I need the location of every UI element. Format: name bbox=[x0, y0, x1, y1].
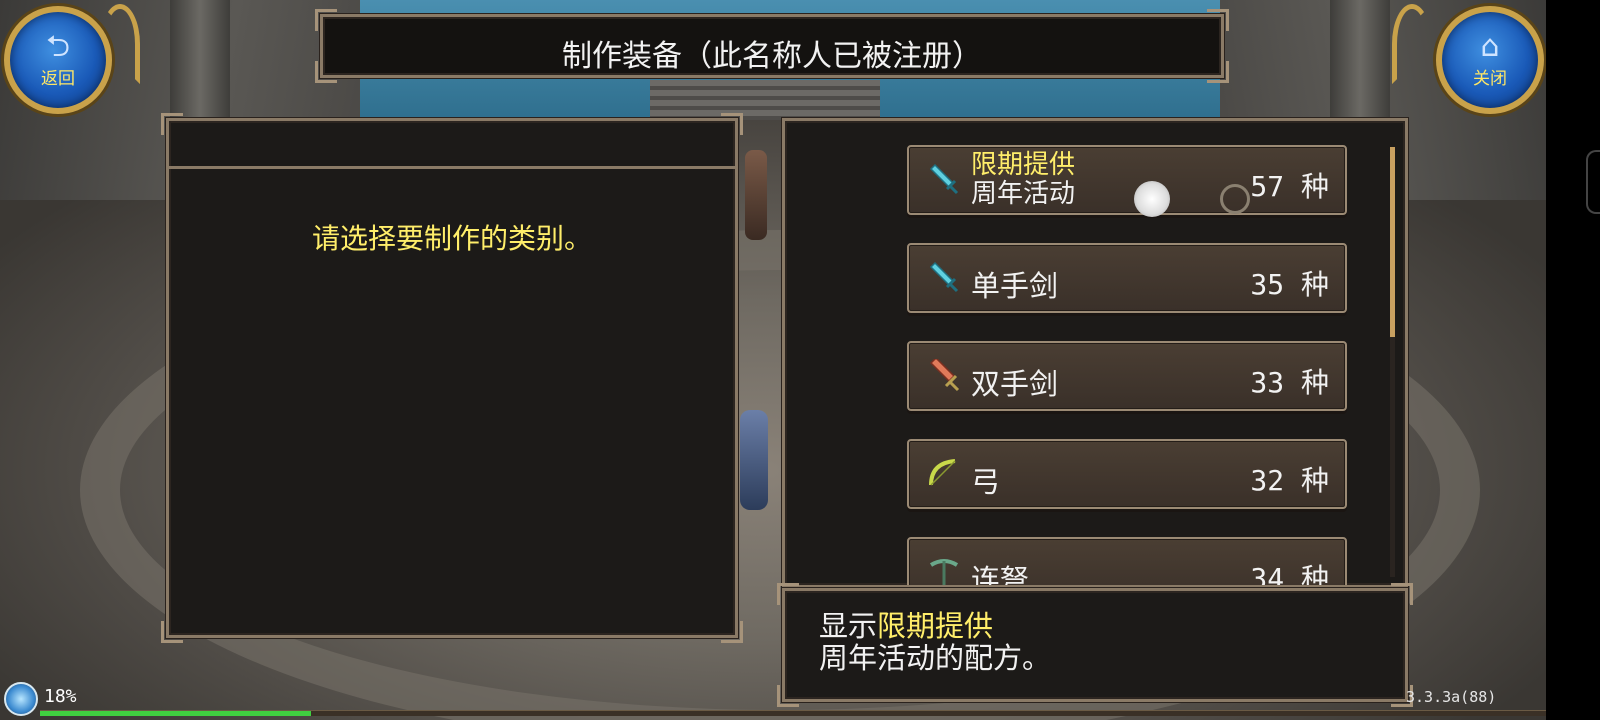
bow-icon bbox=[929, 459, 956, 486]
ornament-corner bbox=[1391, 583, 1413, 605]
ornament-corner bbox=[315, 9, 337, 31]
home-icon: ⌂ bbox=[1480, 28, 1500, 64]
select-category-prompt: 请选择要制作的类别。 bbox=[311, 222, 592, 255]
ornament-corner bbox=[161, 621, 183, 643]
ornament-corner bbox=[777, 583, 799, 605]
category-count: 35 种 bbox=[1250, 268, 1329, 301]
close-button[interactable]: ⌂ 关闭 bbox=[1436, 6, 1544, 114]
category-item-bow[interactable]: 弓 32 种 bbox=[907, 439, 1347, 509]
ornament-corner bbox=[777, 685, 799, 707]
ornament-corner bbox=[721, 621, 743, 643]
category-count: 32 种 bbox=[1250, 464, 1329, 497]
back-arrow-icon: ⮌ bbox=[45, 28, 71, 64]
info-panel-header bbox=[169, 121, 735, 169]
info-panel: 请选择要制作的类别。 bbox=[161, 113, 743, 643]
category-name: 连弩 bbox=[971, 563, 1030, 588]
ornament-corner bbox=[785, 121, 799, 135]
category-name: 弓 bbox=[971, 465, 1001, 499]
category-name: 双手剑 bbox=[971, 367, 1059, 401]
back-button[interactable]: ⮌ 返回 bbox=[4, 6, 112, 114]
screen-edge bbox=[1546, 0, 1600, 720]
network-status-icon bbox=[4, 682, 38, 716]
exp-bar-fill bbox=[40, 711, 312, 716]
category-item-two-handed-sword[interactable]: 双手剑 33 种 bbox=[907, 341, 1347, 411]
close-button-label: 关闭 bbox=[1473, 68, 1507, 89]
stone-steps bbox=[650, 80, 880, 120]
category-name: 限期提供 周年活动 bbox=[971, 150, 1076, 209]
category-item-limited[interactable]: 限期提供 周年活动 57 种 bbox=[907, 145, 1347, 215]
description-panel: 显示限期提供 周年活动的配方。 bbox=[777, 583, 1413, 707]
exp-bar bbox=[40, 710, 1546, 716]
list-scrollbar-thumb[interactable] bbox=[1390, 147, 1395, 337]
player-character bbox=[740, 410, 768, 510]
sword-icon bbox=[929, 261, 959, 293]
category-count: 57 种 bbox=[1250, 170, 1329, 203]
gold-horn-ornament bbox=[1392, 4, 1432, 84]
sword-icon bbox=[929, 163, 959, 195]
title-bar: 制作装备（此名称人已被注册） bbox=[315, 9, 1229, 83]
device-side-handle bbox=[1586, 150, 1600, 214]
crossbow-icon bbox=[929, 559, 959, 585]
touch-indicator bbox=[1134, 181, 1170, 217]
page-title: 制作装备（此名称人已被注册） bbox=[562, 39, 982, 74]
ornament-corner bbox=[1207, 9, 1229, 31]
greatsword-icon bbox=[929, 359, 960, 392]
category-item-crossbow[interactable]: 连弩 34 种 bbox=[907, 537, 1347, 588]
touch-indicator-ring bbox=[1220, 184, 1250, 214]
exp-percent: 18% bbox=[44, 686, 77, 707]
category-count: 34 种 bbox=[1250, 562, 1329, 588]
back-button-label: 返回 bbox=[41, 68, 75, 89]
category-count: 33 种 bbox=[1250, 366, 1329, 399]
description-line-2: 周年活动的配方。 bbox=[819, 641, 1052, 675]
version-label: 3.3.3a(88) bbox=[1406, 688, 1497, 706]
npc-character bbox=[745, 150, 767, 240]
category-list-panel: 限期提供 周年活动 57 种 单手剑 35 种 双手剑 33 种 弓 32 种 bbox=[782, 118, 1408, 588]
ornament-corner bbox=[1391, 121, 1405, 135]
category-item-one-handed-sword[interactable]: 单手剑 35 种 bbox=[907, 243, 1347, 313]
category-name: 单手剑 bbox=[971, 269, 1059, 303]
